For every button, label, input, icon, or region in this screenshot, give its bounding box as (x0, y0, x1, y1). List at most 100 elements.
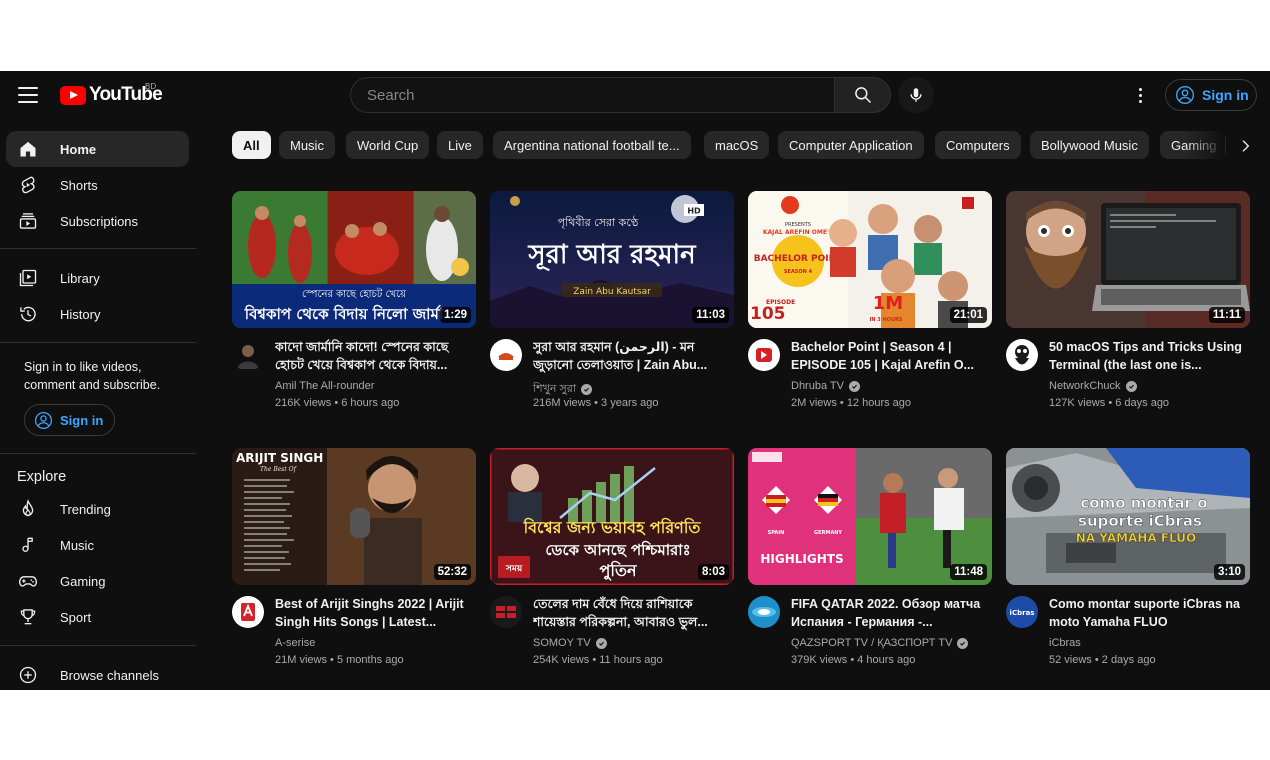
channel-name[interactable]: iCbras (1049, 637, 1081, 649)
chip-computers[interactable]: Computers (935, 131, 1021, 159)
search-input[interactable]: Search (350, 77, 835, 113)
video-thumbnail[interactable]: SPAIN GERMANY HIGHLIGHTS 11:48 (748, 448, 992, 585)
video-thumbnail[interactable]: ARIJIT SINGH The Best Of 52:32 (232, 448, 476, 585)
video-card[interactable]: 11:11 50 macOS Tips and Tricks Using Ter… (1006, 191, 1250, 416)
channel-name[interactable]: Amil The All-rounder (275, 380, 374, 392)
video-card[interactable]: পৃথিবীর সেরা কণ্ঠে সূরা আর রহমান Zain Ab… (490, 191, 734, 416)
channel-avatar[interactable] (490, 339, 522, 371)
trophy-icon (18, 607, 38, 627)
account-circle-icon (34, 411, 53, 429)
video-title[interactable]: FIFA QATAR 2022. Обзор матча Испания - Г… (791, 595, 991, 631)
add-circle-icon (18, 665, 38, 685)
video-meta: 127K views • 6 days ago (1049, 397, 1170, 409)
thumbnail-caption: BACHELOR POINT (754, 254, 843, 264)
video-duration: 11:48 (950, 564, 987, 580)
video-thumbnail[interactable]: বিশ্বের জন্য ভয়াবহ পরিণতি ডেকে আনছে পশ্… (490, 448, 734, 585)
verified-check-icon (1125, 380, 1137, 392)
sidebar-item-gaming[interactable]: Gaming (6, 563, 189, 599)
video-thumbnail[interactable]: 11:11 (1006, 191, 1250, 328)
sidebar-item-home[interactable]: Home (6, 131, 189, 167)
chip-macos[interactable]: macOS (704, 131, 770, 159)
video-thumbnail[interactable]: পৃথিবীর সেরা কণ্ঠে সূরা আর রহমান Zain Ab… (490, 191, 734, 328)
sidebar-item-sport[interactable]: Sport (6, 599, 189, 635)
gamepad-icon (18, 571, 38, 591)
view-count: 21M views (275, 654, 327, 666)
video-card[interactable]: বিশ্বের জন্য ভয়াবহ পরিণতি ডেকে আনছে পশ্… (490, 448, 734, 673)
search-placeholder: Search (367, 86, 415, 104)
voice-search-button[interactable] (898, 77, 934, 113)
chip-music[interactable]: Music (279, 131, 335, 159)
microphone-icon (910, 88, 922, 102)
chip-all[interactable]: All (232, 131, 271, 159)
thumbnail-caption: PRESENTS (785, 222, 811, 228)
thumbnail-caption: বিশ্বের জন্য ভয়াবহ পরিণতি (523, 517, 702, 537)
channel-name[interactable]: QAZSPORT TV / ҚАЗСПОРТ TV (791, 637, 969, 649)
settings-more-icon[interactable] (1128, 83, 1152, 107)
video-title[interactable]: কাদো জার্মানি কাদো! স্পেনের কাছে হোচট খে… (275, 338, 475, 374)
video-title[interactable]: সুরা আর রহমান (الرحمن) - মন জুড়ানো তেলা… (533, 338, 733, 374)
chip-computer-application[interactable]: Computer Application (778, 131, 924, 159)
video-card[interactable]: PRESENTS KAJAL AREFIN OME'S BACHELOR POI… (748, 191, 992, 416)
video-card[interactable]: SPAIN GERMANY HIGHLIGHTS 11:48 FIFA QATA… (748, 448, 992, 673)
sidebar-item-label: Library (60, 270, 100, 286)
chip-live[interactable]: Live (437, 131, 483, 159)
channel-avatar[interactable] (748, 596, 780, 628)
sidebar-divider (0, 342, 196, 343)
video-thumbnail[interactable]: como montar o suporte iCbras NA YAMAHA F… (1006, 448, 1250, 585)
channel-name[interactable]: NetworkChuck (1049, 380, 1137, 392)
sidebar-item-label: Subscriptions (60, 213, 139, 229)
video-thumbnail[interactable]: PRESENTS KAJAL AREFIN OME'S BACHELOR POI… (748, 191, 992, 328)
video-title[interactable]: Como montar suporte iCbras na moto Yamah… (1049, 595, 1249, 631)
sidebar-item-shorts[interactable]: Shorts (6, 167, 189, 203)
sign-in-prompt: Sign in to like videos, comment and subs… (24, 360, 161, 392)
channel-avatar[interactable] (232, 339, 264, 371)
avatar-text: iCbras (1010, 609, 1035, 617)
thumbnail-caption: The Best Of (260, 466, 298, 473)
chip-argentina-football[interactable]: Argentina national football te... (493, 131, 691, 159)
channel-avatar[interactable]: iCbras (1006, 596, 1038, 628)
channel-avatar[interactable] (1006, 339, 1038, 371)
sign-in-button[interactable]: Sign in (1165, 79, 1257, 111)
hamburger-menu-icon[interactable] (14, 81, 42, 109)
channel-avatar[interactable] (748, 339, 780, 371)
upload-age: 3 years ago (601, 397, 659, 409)
thumbnail-caption: ARIJIT SINGH (236, 451, 323, 465)
sidebar-item-history[interactable]: History (6, 296, 189, 332)
chip-scroll-next-button[interactable] (1232, 133, 1258, 159)
upload-age: 6 hours ago (341, 397, 400, 409)
top-bar: YouTube BD Search Sign in (0, 71, 1270, 119)
thumbnail-caption: Zain Abu Kautsar (573, 287, 651, 297)
video-title[interactable]: তেলের দাম বেঁধে দিয়ে রাশিয়াকে শায়েস্ত… (533, 595, 733, 631)
video-card[interactable]: স্পেনের কাছে হোচট খেয়ে বিশ্বকাপ থেকে বি… (232, 191, 476, 416)
sidebar-item-trending[interactable]: Trending (6, 491, 189, 527)
thumbnail-caption: HIGHLIGHTS (760, 552, 843, 566)
video-duration: 1:29 (439, 307, 471, 323)
search-button[interactable] (834, 77, 891, 113)
chip-world-cup[interactable]: World Cup (346, 131, 430, 159)
sidebar-item-library[interactable]: Library (6, 260, 189, 296)
video-title[interactable]: Bachelor Point | Season 4 | EPISODE 105 … (791, 338, 991, 374)
sidebar-item-label: Gaming (60, 573, 106, 589)
video-thumbnail[interactable]: স্পেনের কাছে হোচট খেয়ে বিশ্বকাপ থেকে বি… (232, 191, 476, 328)
channel-name[interactable]: A-serise (275, 637, 315, 649)
video-title[interactable]: Best of Arijit Singhs 2022 | Arijit Sing… (275, 595, 475, 631)
sidebar-item-music[interactable]: Music (6, 527, 189, 563)
sidebar-divider (0, 248, 196, 249)
video-card[interactable]: como montar o suporte iCbras NA YAMAHA F… (1006, 448, 1250, 673)
channel-name[interactable]: SOMOY TV (533, 637, 607, 649)
video-title[interactable]: 50 macOS Tips and Tricks Using Terminal … (1049, 338, 1249, 374)
video-meta: 254K views • 11 hours ago (533, 654, 663, 666)
chip-bollywood-music[interactable]: Bollywood Music (1030, 131, 1149, 159)
channel-name[interactable]: Dhruba TV (791, 380, 860, 392)
verified-check-icon (849, 380, 860, 392)
channel-avatar[interactable] (232, 596, 264, 628)
channel-name-text: QAZSPORT TV / ҚАЗСПОРТ TV (791, 637, 953, 649)
sidebar-divider (0, 453, 196, 454)
channel-name-text: iCbras (1049, 637, 1081, 649)
sidebar-item-subscriptions[interactable]: Subscriptions (6, 203, 189, 239)
sidebar-item-browse-channels[interactable]: Browse channels (6, 657, 189, 690)
channel-avatar[interactable] (490, 596, 522, 628)
sidebar-sign-in-button[interactable]: Sign in (24, 404, 115, 436)
thumbnail-caption: সূরা আর রহমান (527, 240, 697, 271)
video-card[interactable]: ARIJIT SINGH The Best Of 52:32 Best of A… (232, 448, 476, 673)
